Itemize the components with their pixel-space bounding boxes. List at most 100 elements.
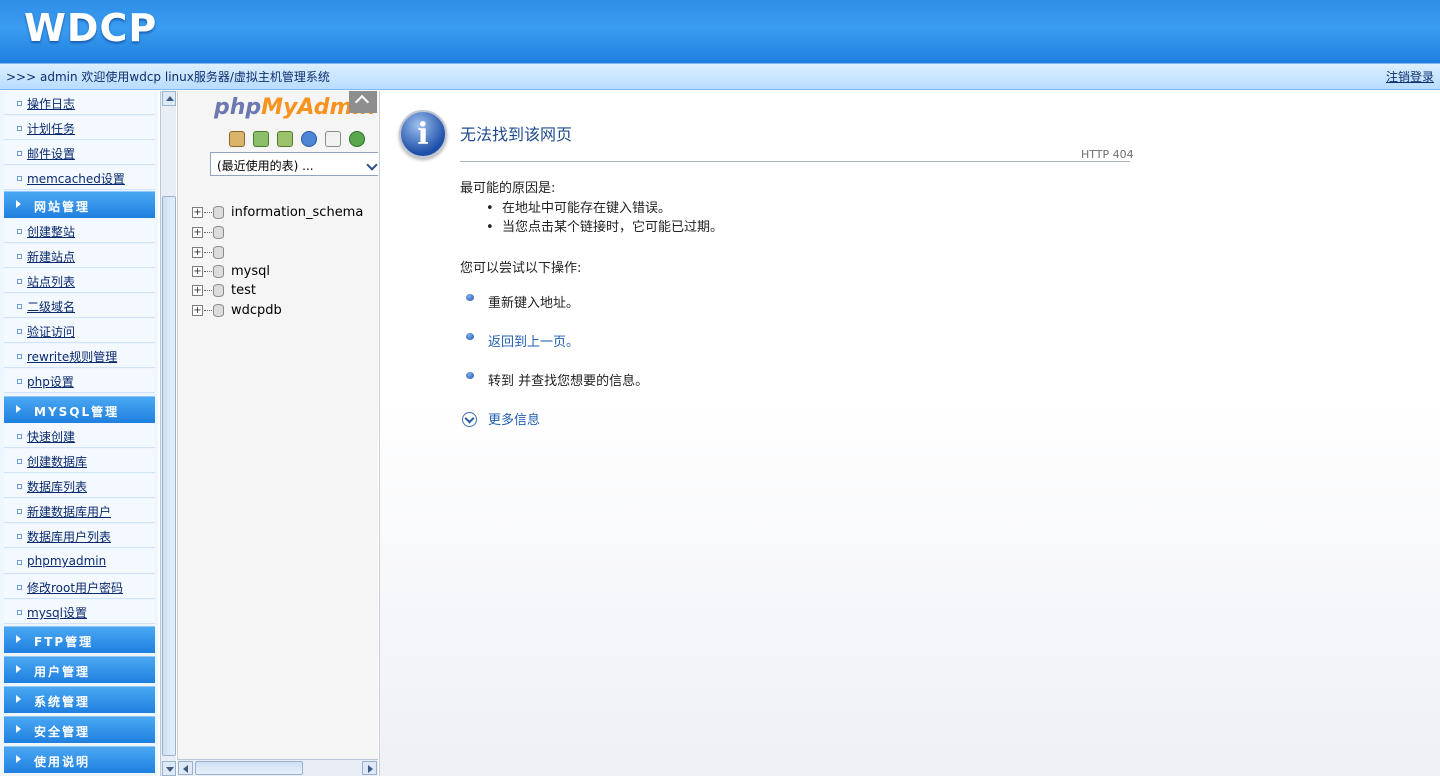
sidebar-item-label[interactable]: mysql设置 bbox=[27, 604, 87, 621]
sidebar-item-operation-log[interactable]: 操作日志 bbox=[4, 91, 155, 115]
sidebar-item-label[interactable]: 数据库用户列表 bbox=[27, 528, 111, 545]
tree-connector bbox=[204, 232, 212, 233]
expand-plus-icon[interactable]: + bbox=[192, 305, 203, 316]
sidebar-item-new-db-user[interactable]: 新建数据库用户 bbox=[4, 499, 155, 523]
sidebar-item-label[interactable]: 数据库列表 bbox=[27, 478, 87, 495]
query-window-icon[interactable] bbox=[277, 131, 293, 147]
sidebar-group-label: FTP管理 bbox=[34, 635, 94, 649]
sidebar-item-site-list[interactable]: 站点列表 bbox=[4, 269, 155, 293]
database-name[interactable]: mysql bbox=[231, 264, 270, 279]
expand-more-icon[interactable] bbox=[462, 412, 477, 427]
sidebar-item-quick-create[interactable]: 快速创建 bbox=[4, 424, 155, 448]
sidebar-group-mysql[interactable]: MYSQL管理 bbox=[4, 396, 155, 423]
sidebar-item-create-full-site[interactable]: 创建整站 bbox=[4, 219, 155, 243]
sidebar-item-label[interactable]: 修改root用户密码 bbox=[27, 579, 123, 596]
expand-plus-icon[interactable]: + bbox=[192, 207, 203, 218]
sidebar-item-create-database[interactable]: 创建数据库 bbox=[4, 449, 155, 473]
sidebar-item-db-user-list[interactable]: 数据库用户列表 bbox=[4, 524, 155, 548]
sidebar-item-label[interactable]: 站点列表 bbox=[27, 273, 75, 290]
scrollbar-thumb[interactable] bbox=[162, 196, 176, 756]
sidebar-item-label[interactable]: 计划任务 bbox=[27, 120, 75, 137]
sidebar-item-label[interactable]: 创建数据库 bbox=[27, 453, 87, 470]
sidebar-item-label[interactable]: rewrite规则管理 bbox=[27, 348, 117, 365]
more-info-link[interactable]: 更多信息 bbox=[488, 409, 540, 428]
sidebar-item-label[interactable]: phpmyadmin bbox=[27, 554, 106, 568]
sidebar-item-label[interactable]: 邮件设置 bbox=[27, 145, 75, 162]
sidebar-item-label[interactable]: 新建数据库用户 bbox=[27, 503, 111, 520]
logo-php-text: php bbox=[214, 95, 262, 120]
sidebar-item-memcached[interactable]: memcached设置 bbox=[4, 166, 155, 190]
arrow-right-icon bbox=[368, 765, 373, 773]
sidebar-item-mysql-settings[interactable]: mysql设置 bbox=[4, 600, 155, 624]
welcome-text: >>> admin 欢迎使用wdcp linux服务器/虚拟主机管理系统 bbox=[6, 70, 330, 84]
sidebar-item-php-settings[interactable]: php设置 bbox=[4, 369, 155, 393]
sidebar-group-ftp[interactable]: FTP管理 bbox=[4, 626, 155, 653]
sidebar-item-label[interactable]: 创建整站 bbox=[27, 223, 75, 240]
sidebar-item-label[interactable]: 二级域名 bbox=[27, 298, 75, 315]
action-go-to: 转到 并查找您想要的信息。 bbox=[488, 374, 649, 389]
collapse-nav-button[interactable] bbox=[349, 91, 377, 113]
database-icon bbox=[213, 246, 224, 259]
sidebar-item-change-root-password[interactable]: 修改root用户密码 bbox=[4, 575, 155, 599]
bullet-icon bbox=[17, 509, 22, 514]
sidebar-item-subdomain[interactable]: 二级域名 bbox=[4, 294, 155, 318]
sidebar-item-label[interactable]: 快速创建 bbox=[27, 428, 75, 445]
sidebar-item-phpmyadmin[interactable]: phpmyadmin bbox=[4, 550, 155, 574]
scroll-up-button[interactable] bbox=[162, 91, 176, 106]
expand-plus-icon[interactable]: + bbox=[192, 266, 203, 277]
database-name[interactable]: information_schema bbox=[231, 205, 363, 220]
help-icon[interactable] bbox=[301, 131, 317, 147]
expand-plus-icon[interactable]: + bbox=[192, 227, 203, 238]
scroll-right-button[interactable] bbox=[362, 761, 377, 775]
bullet-icon bbox=[17, 329, 22, 334]
bullet-icon bbox=[17, 610, 22, 615]
nav-frame-horizontal-scrollbar[interactable] bbox=[177, 759, 378, 776]
docs-icon[interactable] bbox=[325, 131, 341, 147]
sidebar-item-mail-settings[interactable]: 邮件设置 bbox=[4, 141, 155, 165]
database-name[interactable]: wdcpdb bbox=[231, 303, 282, 318]
expand-plus-icon[interactable]: + bbox=[192, 285, 203, 296]
sidebar-group-security[interactable]: 安全管理 bbox=[4, 716, 155, 743]
sidebar-group-users[interactable]: 用户管理 bbox=[4, 656, 155, 683]
bullet-icon bbox=[17, 279, 22, 284]
error-title: 无法找到该网页 bbox=[460, 125, 573, 144]
bullet-icon bbox=[17, 101, 22, 106]
bullet-icon bbox=[17, 459, 22, 464]
sidebar-item-label[interactable]: 新建站点 bbox=[27, 248, 75, 265]
exit-icon[interactable] bbox=[253, 131, 269, 147]
try-heading: 您可以尝试以下操作: bbox=[460, 261, 582, 276]
sidebar-group-site[interactable]: 网站管理 bbox=[4, 191, 155, 218]
sidebar-item-new-site[interactable]: 新建站点 bbox=[4, 244, 155, 268]
recent-tables-value: (最近使用的表) ... bbox=[217, 159, 314, 173]
reason-text: 在地址中可能存在键入错误。 bbox=[501, 201, 671, 216]
logout-link[interactable]: 注销登录 bbox=[1386, 68, 1434, 85]
scroll-down-button[interactable] bbox=[162, 761, 176, 776]
sidebar-scrollbar[interactable] bbox=[160, 91, 176, 776]
sidebar-item-rewrite-rules[interactable]: rewrite规则管理 bbox=[4, 344, 155, 368]
sidebar-item-scheduled-tasks[interactable]: 计划任务 bbox=[4, 116, 155, 140]
sidebar-group-label: 网站管理 bbox=[34, 200, 91, 214]
scrollbar-thumb[interactable] bbox=[195, 761, 303, 775]
sidebar-group-label: 安全管理 bbox=[34, 725, 91, 739]
reload-icon[interactable] bbox=[349, 131, 365, 147]
sidebar-item-label[interactable]: php设置 bbox=[27, 373, 74, 390]
bullet-icon bbox=[17, 434, 22, 439]
sidebar-item-database-list[interactable]: 数据库列表 bbox=[4, 474, 155, 498]
home-icon[interactable] bbox=[229, 131, 245, 147]
database-name[interactable]: test bbox=[231, 283, 256, 298]
expand-arrow-icon bbox=[16, 665, 21, 673]
sidebar-group-help[interactable]: 使用说明 bbox=[4, 746, 155, 773]
arrow-left-icon bbox=[183, 765, 188, 773]
sidebar-item-label[interactable]: 验证访问 bbox=[27, 323, 75, 340]
sidebar-item-label[interactable]: memcached设置 bbox=[27, 170, 125, 187]
recent-tables-select[interactable]: (最近使用的表) ... bbox=[210, 152, 378, 176]
sidebar-menu: 操作日志 计划任务 邮件设置 memcached设置 网站管理 创建整站 新建站… bbox=[0, 91, 158, 776]
sidebar-group-system[interactable]: 系统管理 bbox=[4, 686, 155, 713]
tree-connector bbox=[204, 212, 212, 213]
back-link[interactable]: 返回到上一页。 bbox=[488, 331, 579, 350]
scroll-left-button[interactable] bbox=[178, 761, 193, 775]
sidebar-item-label[interactable]: 操作日志 bbox=[27, 95, 75, 112]
sidebar-item-auth-access[interactable]: 验证访问 bbox=[4, 319, 155, 343]
tree-connector bbox=[204, 271, 212, 272]
expand-plus-icon[interactable]: + bbox=[192, 247, 203, 258]
